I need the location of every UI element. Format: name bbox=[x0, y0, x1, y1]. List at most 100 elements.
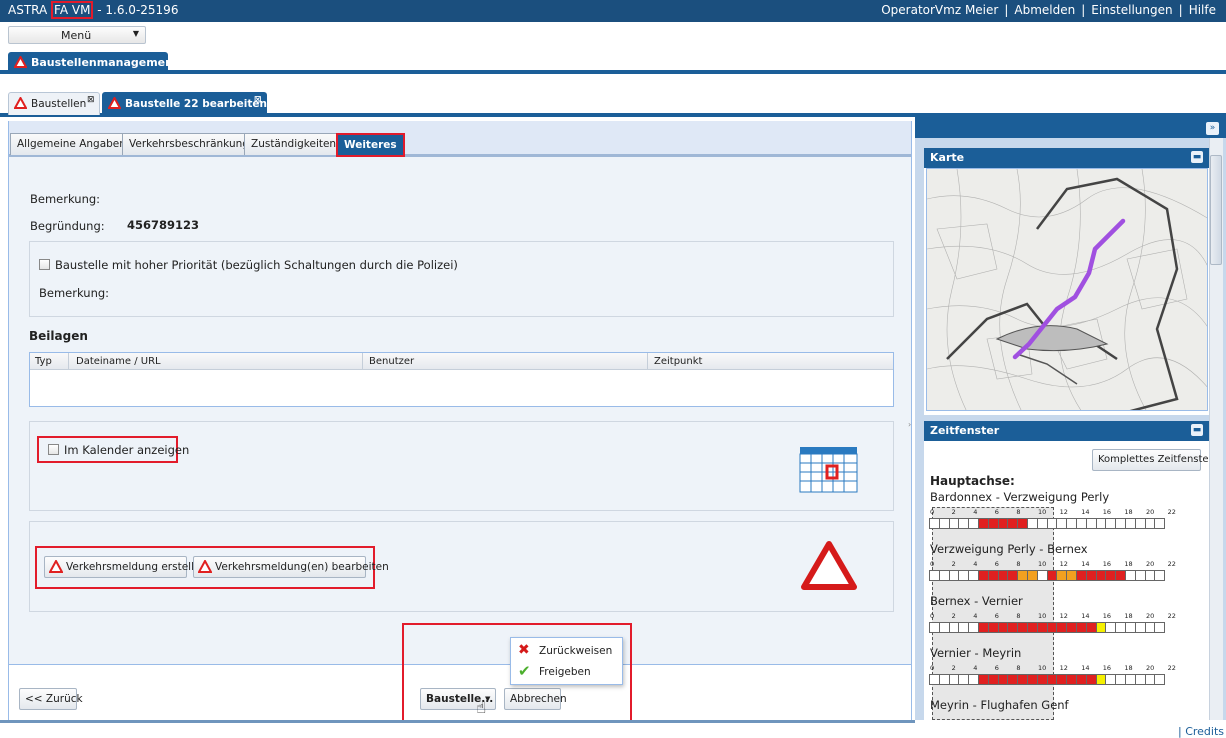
timeline-ruler: 0 2 4 6 8 10 12 14 16 18 20 22 bbox=[929, 560, 1190, 582]
hour-cell[interactable] bbox=[1154, 622, 1166, 633]
hour-tick-label: 4 bbox=[973, 560, 978, 568]
hour-tick-label: 22 bbox=[1167, 508, 1176, 516]
tab-baustellen[interactable]: Baustellen ⊠ bbox=[8, 92, 100, 115]
map-view[interactable] bbox=[926, 168, 1208, 411]
logout-link[interactable]: Abmelden bbox=[1014, 3, 1075, 17]
hour-tick-label: 20 bbox=[1146, 560, 1155, 568]
back-button[interactable]: << Zurück bbox=[19, 688, 83, 710]
complete-timewindow-button[interactable]: Komplettes Zeitfenster bbox=[1092, 449, 1213, 471]
menu-button[interactable]: Menü ▼ bbox=[8, 26, 146, 44]
button-label: Verkehrsmeldung(en) bearbeiten bbox=[215, 561, 389, 573]
create-traffic-report-button[interactable]: Verkehrsmeldung erstellen bbox=[44, 556, 207, 578]
help-link[interactable]: Hilfe bbox=[1189, 3, 1216, 17]
hour-tick-label: 10 bbox=[1038, 560, 1047, 568]
warning-triangle-icon bbox=[13, 54, 28, 71]
column-divider bbox=[647, 353, 648, 370]
hour-tick-label: 6 bbox=[994, 560, 999, 568]
hour-tick-label: 14 bbox=[1081, 508, 1090, 516]
column-dateiname[interactable]: Dateiname / URL bbox=[76, 356, 161, 367]
hour-tick-label: 22 bbox=[1167, 560, 1176, 568]
hour-tick-label: 0 bbox=[930, 664, 935, 672]
hour-tick-label: 6 bbox=[994, 612, 999, 620]
tab-zustaendigkeiten[interactable]: Zuständigkeiten bbox=[244, 133, 344, 155]
hour-tick-label: 8 bbox=[1016, 560, 1021, 568]
hour-tick-label: 14 bbox=[1081, 560, 1090, 568]
column-benutzer[interactable]: Benutzer bbox=[369, 356, 414, 367]
hour-tick-label: 22 bbox=[1167, 664, 1176, 672]
hour-tick-label: 2 bbox=[951, 560, 956, 568]
close-icon[interactable]: ⊠ bbox=[254, 95, 262, 105]
calendar-icon bbox=[799, 446, 859, 497]
timeline-ruler: 0 2 4 6 8 10 12 14 16 18 20 22 bbox=[929, 664, 1190, 686]
credits-link[interactable]: | Credits bbox=[1178, 725, 1224, 738]
karte-panel-header: Karte ▬ bbox=[924, 148, 1209, 168]
warning-triangle-icon bbox=[13, 95, 28, 112]
collapse-panel-icon[interactable]: » bbox=[1206, 122, 1219, 135]
hour-tick-label: 22 bbox=[1167, 612, 1176, 620]
hour-tick-label: 10 bbox=[1038, 664, 1047, 672]
tab-label: Baustelle 22 bearbeiten bbox=[125, 98, 267, 110]
hour-tick-label: 4 bbox=[973, 508, 978, 516]
segment-name: Meyrin - Flughafen Genf bbox=[930, 698, 1069, 712]
tab-baustelle-bearbeiten[interactable]: Baustelle 22 bearbeiten ⊠ bbox=[102, 92, 267, 115]
user-links: OperatorVmz Meier | Abmelden | Einstellungen… bbox=[881, 3, 1216, 17]
segment-name: Verzweigung Perly - Bernex bbox=[930, 542, 1088, 556]
bottom-divider bbox=[0, 720, 915, 723]
tab-verkehrsbeschraenkung[interactable]: Verkehrsbeschränkung bbox=[122, 133, 256, 155]
hour-cells bbox=[929, 518, 1166, 529]
hour-tick-label: 14 bbox=[1081, 612, 1090, 620]
hour-tick-label: 20 bbox=[1146, 612, 1155, 620]
close-icon[interactable]: ⊠ bbox=[87, 95, 95, 105]
collapse-icon[interactable]: ▬ bbox=[1191, 151, 1203, 163]
hour-cell[interactable] bbox=[1154, 674, 1166, 685]
splitter-handle[interactable]: › bbox=[908, 420, 915, 432]
hour-tick-label: 12 bbox=[1059, 612, 1068, 620]
settings-link[interactable]: Einstellungen bbox=[1091, 3, 1172, 17]
hour-cell[interactable] bbox=[1154, 570, 1166, 581]
column-divider bbox=[362, 353, 363, 370]
collapse-icon[interactable]: ▬ bbox=[1191, 424, 1203, 436]
app-module-highlight: FA VM bbox=[51, 1, 94, 19]
priority-checkbox[interactable] bbox=[39, 259, 50, 270]
tab-baustellenmanagement[interactable]: Baustellenmanagement bbox=[8, 52, 178, 74]
priority-fieldset bbox=[29, 241, 894, 317]
calendar-checkbox-label: Im Kalender anzeigen bbox=[64, 443, 190, 457]
hour-cell[interactable] bbox=[1154, 518, 1166, 529]
hour-tick-label: 8 bbox=[1016, 612, 1021, 620]
tab-label: Baustellenmanagement bbox=[31, 56, 179, 69]
column-typ[interactable]: Typ bbox=[35, 356, 52, 367]
menu-item-approve[interactable]: ✔ Freigeben bbox=[515, 662, 618, 681]
column-zeitpunkt[interactable]: Zeitpunkt bbox=[654, 356, 702, 367]
beilagen-title: Beilagen bbox=[29, 329, 88, 343]
hour-tick-label: 4 bbox=[973, 664, 978, 672]
edit-traffic-reports-button[interactable]: Verkehrsmeldung(en) bearbeiten bbox=[193, 556, 389, 578]
scrollbar-thumb[interactable] bbox=[1210, 155, 1222, 265]
separator: | bbox=[1178, 3, 1183, 17]
hand-cursor-icon: ☝ bbox=[476, 698, 487, 718]
calendar-fieldset bbox=[29, 421, 894, 511]
hour-tick-label: 6 bbox=[994, 508, 999, 516]
hour-ticks: 0 2 4 6 8 10 12 14 16 18 20 22 bbox=[930, 664, 1190, 673]
hour-tick-label: 14 bbox=[1081, 664, 1090, 672]
cancel-button[interactable]: Abbrechen bbox=[504, 688, 567, 710]
tab-weiteres[interactable]: Weiteres bbox=[336, 133, 405, 157]
module-tab-bar bbox=[0, 52, 1226, 74]
calendar-checkbox[interactable] bbox=[48, 444, 59, 455]
button-label: Komplettes Zeitfenster bbox=[1098, 454, 1213, 465]
hour-tick-label: 2 bbox=[951, 612, 956, 620]
user-name-link[interactable]: OperatorVmz Meier bbox=[881, 3, 998, 17]
hour-tick-label: 18 bbox=[1124, 508, 1133, 516]
button-label: Abbrechen bbox=[510, 693, 567, 705]
segment-name: Bernex - Vernier bbox=[930, 594, 1023, 608]
side-panel-header bbox=[915, 116, 1226, 138]
menu-label: Menü bbox=[61, 29, 92, 42]
app-title: ASTRA FA VM - 1.6.0-25196 bbox=[8, 1, 178, 19]
begruendung-label: Begründung: bbox=[30, 219, 105, 233]
hour-tick-label: 18 bbox=[1124, 664, 1133, 672]
hour-tick-label: 0 bbox=[930, 508, 935, 516]
hour-tick-label: 8 bbox=[1016, 664, 1021, 672]
menu-item-reject[interactable]: ✖ Zurückweisen bbox=[515, 642, 618, 660]
hour-tick-label: 18 bbox=[1124, 560, 1133, 568]
warning-triangle-icon bbox=[197, 558, 213, 576]
tab-allgemeine-angaben[interactable]: Allgemeine Angaben bbox=[10, 133, 133, 155]
